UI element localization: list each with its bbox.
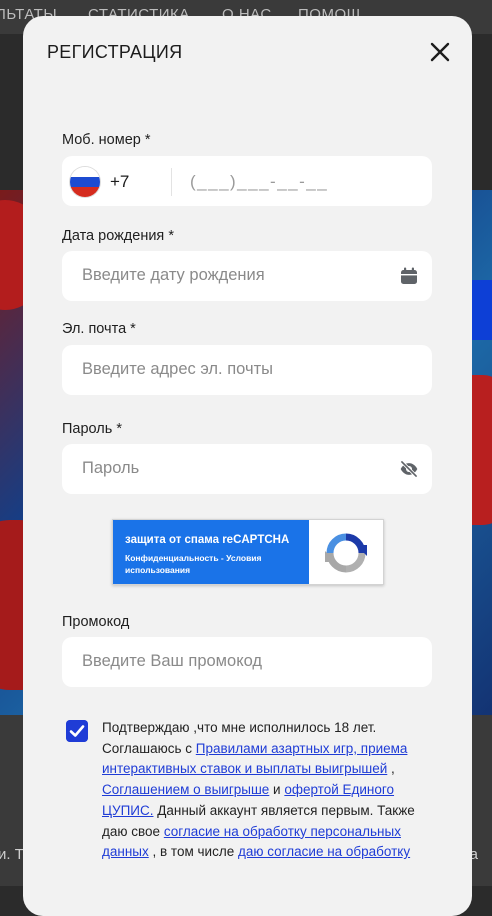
eye-off-icon[interactable] <box>399 459 419 479</box>
email-input[interactable]: Введите адрес эл. почты <box>82 360 273 379</box>
country-code[interactable]: +7 <box>110 172 129 192</box>
registration-modal: РЕГИСТРАЦИЯ Моб. номер * +7 (___)___-__-… <box>23 16 472 916</box>
birthdate-input[interactable]: Введите дату рождения <box>82 266 265 285</box>
modal-title: РЕГИСТРАЦИЯ <box>47 42 183 62</box>
calendar-icon[interactable] <box>399 266 419 286</box>
password-input[interactable]: Пароль <box>82 459 139 478</box>
russia-flag-icon[interactable] <box>70 167 100 197</box>
phone-field[interactable]: +7 (___)___-__-__ <box>62 156 432 206</box>
close-icon[interactable] <box>428 40 452 64</box>
birthdate-field[interactable]: Введите дату рождения <box>62 251 432 301</box>
consent-text-part: , в том числе <box>148 844 238 860</box>
recaptcha-badge[interactable]: защита от спама reCAPTCHA Конфиденциальн… <box>112 519 384 585</box>
processing-consent-link[interactable]: даю согласие на обработку <box>238 844 410 859</box>
promo-field[interactable]: Введите Ваш промокод <box>62 637 432 687</box>
consent-text-part: и <box>269 782 285 798</box>
divider <box>171 168 172 196</box>
recaptcha-links[interactable]: Конфиденциальность - Условия использован… <box>125 552 295 576</box>
email-label: Эл. почта * <box>62 321 136 337</box>
bg-text-left: и. Т <box>0 846 24 863</box>
winnings-agreement-link[interactable]: Соглашением о выигрыше <box>102 782 269 797</box>
password-label: Пароль * <box>62 421 122 437</box>
recaptcha-text-panel: защита от спама reCAPTCHA Конфиденциальн… <box>113 520 309 584</box>
consent-checkbox[interactable] <box>66 720 88 742</box>
email-field[interactable]: Введите адрес эл. почты <box>62 345 432 395</box>
consent-text: Подтверждаю ,что мне исполнилось 18 лет.… <box>102 718 432 863</box>
phone-input[interactable]: (___)___-__-__ <box>190 172 328 192</box>
promo-label: Промокод <box>62 614 130 630</box>
phone-label: Моб. номер * <box>62 132 151 148</box>
password-field[interactable]: Пароль <box>62 444 432 494</box>
recaptcha-logo-icon <box>325 533 367 573</box>
promo-input[interactable]: Введите Ваш промокод <box>82 652 262 671</box>
birthdate-label: Дата рождения * <box>62 228 174 244</box>
recaptcha-title: защита от спама reCAPTCHA <box>125 534 290 546</box>
consent-text-part: , <box>387 761 395 777</box>
